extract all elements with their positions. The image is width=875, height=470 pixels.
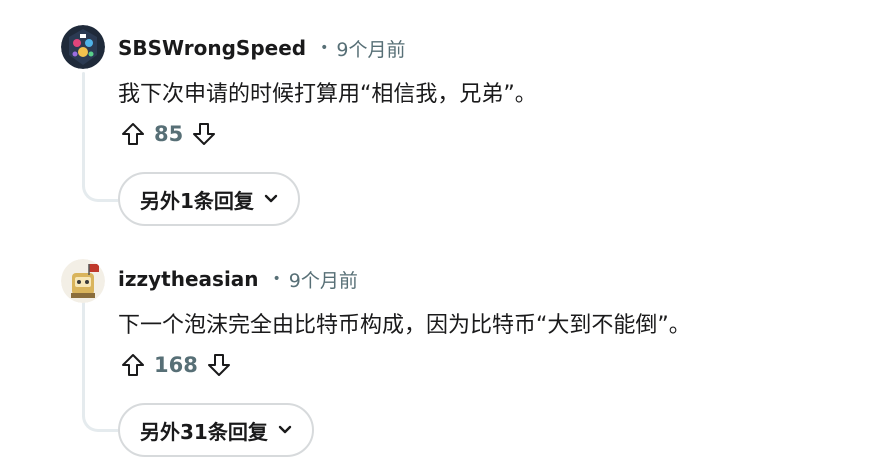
comment-meta: izzytheasian • 9个月前 xyxy=(118,264,358,294)
thread-connector xyxy=(82,416,118,432)
vote-score: 168 xyxy=(154,353,198,377)
avatar[interactable] xyxy=(61,259,105,303)
more-replies-label: 另外31条回复 xyxy=(140,419,268,444)
more-replies-button[interactable]: 另外31条回复 xyxy=(118,403,314,457)
separator-dot: • xyxy=(272,271,281,287)
username-link[interactable]: izzytheasian xyxy=(118,267,259,291)
comment: izzytheasian • 9个月前 下一个泡沫完全由比特币构成，因为比特币“… xyxy=(0,0,875,470)
upvote-arrow-icon xyxy=(122,354,144,376)
snoo-avatar-icon xyxy=(61,259,105,303)
thread-line[interactable] xyxy=(82,302,85,418)
timestamp[interactable]: 9个月前 xyxy=(289,266,358,293)
vote-bar: 168 xyxy=(118,348,234,382)
comment-text: 下一个泡沫完全由比特币构成，因为比特币“大到不能倒”。 xyxy=(118,313,691,338)
downvote-arrow-icon xyxy=(207,354,230,376)
upvote-button[interactable] xyxy=(118,350,148,380)
downvote-button[interactable] xyxy=(204,350,234,380)
chevron-down-icon xyxy=(278,425,292,435)
